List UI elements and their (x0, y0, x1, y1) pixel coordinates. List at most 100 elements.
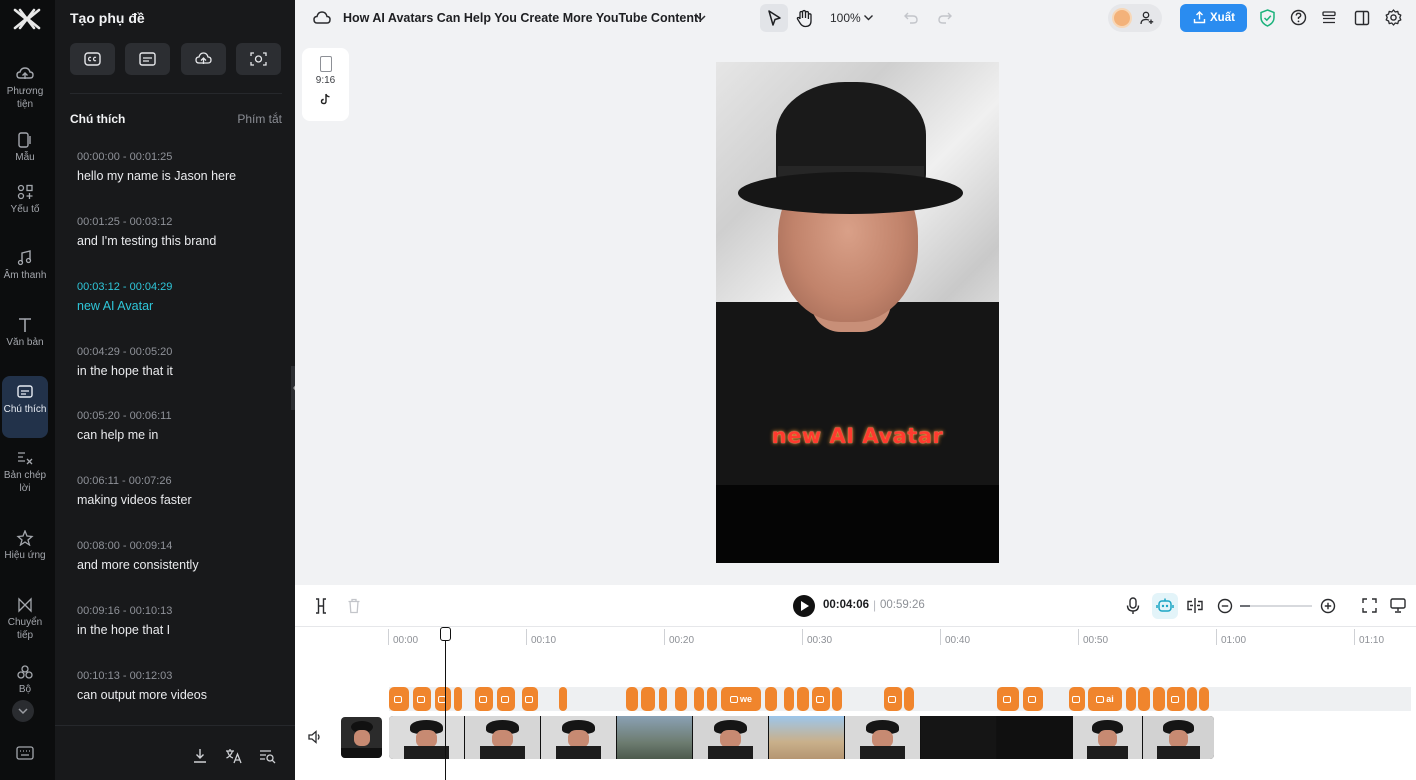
split-icon[interactable] (314, 598, 328, 614)
caption-clip[interactable] (497, 687, 515, 711)
playhead[interactable] (440, 627, 451, 780)
keyboard-icon[interactable] (16, 746, 34, 760)
caption-clip[interactable] (997, 687, 1019, 711)
trash-icon[interactable] (347, 598, 361, 614)
caption-clip[interactable] (389, 687, 409, 711)
fullscreen-icon[interactable] (1362, 598, 1377, 613)
caption-clip[interactable] (675, 687, 687, 711)
caption-clip[interactable] (832, 687, 842, 711)
layers-icon[interactable] (1321, 10, 1337, 26)
rail-item-elements[interactable]: Yếu tố (2, 180, 48, 220)
caption-text[interactable]: hello my name is Jason here (77, 169, 277, 183)
rail-item-captions[interactable]: Chú thích (2, 376, 48, 438)
subtitle-overlay[interactable]: new AI Avatar (716, 424, 999, 448)
caption-text[interactable]: can output more videos (77, 688, 277, 702)
caption-clip[interactable] (1167, 687, 1185, 711)
caption-clip[interactable]: we (721, 687, 761, 711)
caption-item[interactable]: 00:06:11 - 00:07:26 making videos faster (77, 475, 277, 507)
caption-text[interactable]: making videos faster (77, 493, 277, 507)
caption-clip[interactable] (559, 687, 567, 711)
timeline-zoom-slider[interactable] (1240, 605, 1312, 607)
rail-item-effects[interactable]: Hiệu ứng (2, 526, 48, 566)
caption-text[interactable]: in the hope that I (77, 623, 277, 637)
caption-clip[interactable] (884, 687, 902, 711)
caption-clip[interactable] (765, 687, 777, 711)
caption-item[interactable]: 00:04:29 - 00:05:20 in the hope that it (77, 346, 277, 378)
screen-icon[interactable] (1390, 598, 1406, 613)
select-tool-button[interactable] (760, 4, 788, 32)
download-icon[interactable] (192, 748, 208, 764)
caption-item-active[interactable]: 00:03:12 - 00:04:29 new AI Avatar (77, 281, 277, 313)
translate-icon[interactable] (225, 748, 243, 764)
caption-track[interactable]: we ai (389, 687, 1411, 711)
caption-clip[interactable] (454, 687, 462, 711)
project-title[interactable]: How AI Avatars Can Help You Create More … (343, 11, 702, 25)
caption-clip[interactable] (812, 687, 830, 711)
shortcut-link[interactable]: Phím tắt (237, 112, 282, 126)
caption-clip[interactable] (1069, 687, 1085, 711)
find-replace-icon[interactable] (259, 748, 276, 764)
caption-clip[interactable] (797, 687, 809, 711)
caption-text[interactable]: and I'm testing this brand (77, 234, 277, 248)
rail-item-audio[interactable]: Âm thanh (2, 246, 48, 286)
undo-icon[interactable] (904, 11, 919, 25)
rail-item-plugins[interactable]: Bộ (2, 660, 48, 700)
hand-icon[interactable] (795, 9, 813, 28)
add-user-icon[interactable] (1140, 11, 1154, 25)
caption-item[interactable]: 00:01:25 - 00:03:12 and I'm testing this… (77, 216, 277, 248)
avatar[interactable] (1112, 8, 1132, 28)
upload-captions-button[interactable] (181, 43, 226, 75)
caption-clip[interactable] (659, 687, 667, 711)
shield-check-icon[interactable] (1259, 9, 1276, 27)
caption-clip[interactable] (413, 687, 431, 711)
rail-expand-button[interactable] (12, 700, 34, 722)
time-ruler[interactable]: 00:00 00:10 00:20 00:30 00:40 00:50 01:0… (385, 627, 1416, 649)
auto-captions-button[interactable] (70, 43, 115, 75)
caption-item[interactable]: 00:00:00 - 00:01:25 hello my name is Jas… (77, 151, 277, 183)
video-track[interactable] (389, 716, 1214, 759)
video-cover-thumbnail[interactable] (341, 717, 382, 758)
manual-captions-button[interactable] (125, 43, 170, 75)
zoom-out-icon[interactable] (1217, 598, 1233, 614)
zoom-in-icon[interactable] (1320, 598, 1336, 614)
caption-clip[interactable] (784, 687, 794, 711)
caption-clip[interactable] (904, 687, 914, 711)
layout-icon[interactable] (1354, 10, 1370, 26)
caption-clip[interactable] (1187, 687, 1197, 711)
capcut-logo[interactable] (12, 6, 42, 32)
caption-clip[interactable] (1199, 687, 1209, 711)
chevron-down-icon[interactable] (863, 13, 874, 22)
caption-text[interactable]: and more consistently (77, 558, 277, 572)
rail-item-transitions[interactable]: Chuyển tiếp (2, 593, 48, 646)
video-preview[interactable]: new AI Avatar (716, 62, 999, 563)
rail-item-templates[interactable]: Mẫu (2, 128, 48, 168)
collaborators[interactable] (1108, 4, 1162, 32)
ai-assistant-button[interactable] (1152, 593, 1178, 619)
play-button[interactable] (793, 595, 815, 617)
caption-clip[interactable] (1138, 687, 1150, 711)
caption-text[interactable]: in the hope that it (77, 364, 277, 378)
recognize-captions-button[interactable] (236, 43, 281, 75)
caption-clip[interactable] (694, 687, 704, 711)
caption-clip[interactable] (1023, 687, 1043, 711)
rail-item-media[interactable]: Phương tiện (2, 62, 48, 115)
caption-clip[interactable] (626, 687, 638, 711)
caption-clip[interactable] (522, 687, 538, 711)
rail-item-text[interactable]: Văn bản (2, 313, 48, 353)
chevron-down-icon[interactable] (695, 13, 707, 23)
gear-icon[interactable] (1385, 9, 1402, 26)
caption-clip[interactable] (435, 687, 451, 711)
caption-text[interactable]: new AI Avatar (77, 299, 277, 313)
caption-clip[interactable] (475, 687, 493, 711)
caption-clip[interactable] (707, 687, 717, 711)
caption-text[interactable]: can help me in (77, 428, 277, 442)
aspect-ratio-selector[interactable]: 9:16 (302, 48, 349, 121)
caption-clip[interactable] (641, 687, 655, 711)
rail-item-transcript[interactable]: Bản chép lời (2, 446, 48, 499)
caption-item[interactable]: 00:08:00 - 00:09:14 and more consistentl… (77, 540, 277, 572)
caption-clip[interactable] (1153, 687, 1165, 711)
help-icon[interactable] (1290, 9, 1307, 26)
microphone-icon[interactable] (1126, 597, 1140, 615)
speaker-icon[interactable] (308, 730, 322, 744)
cloud-icon[interactable] (313, 10, 331, 25)
